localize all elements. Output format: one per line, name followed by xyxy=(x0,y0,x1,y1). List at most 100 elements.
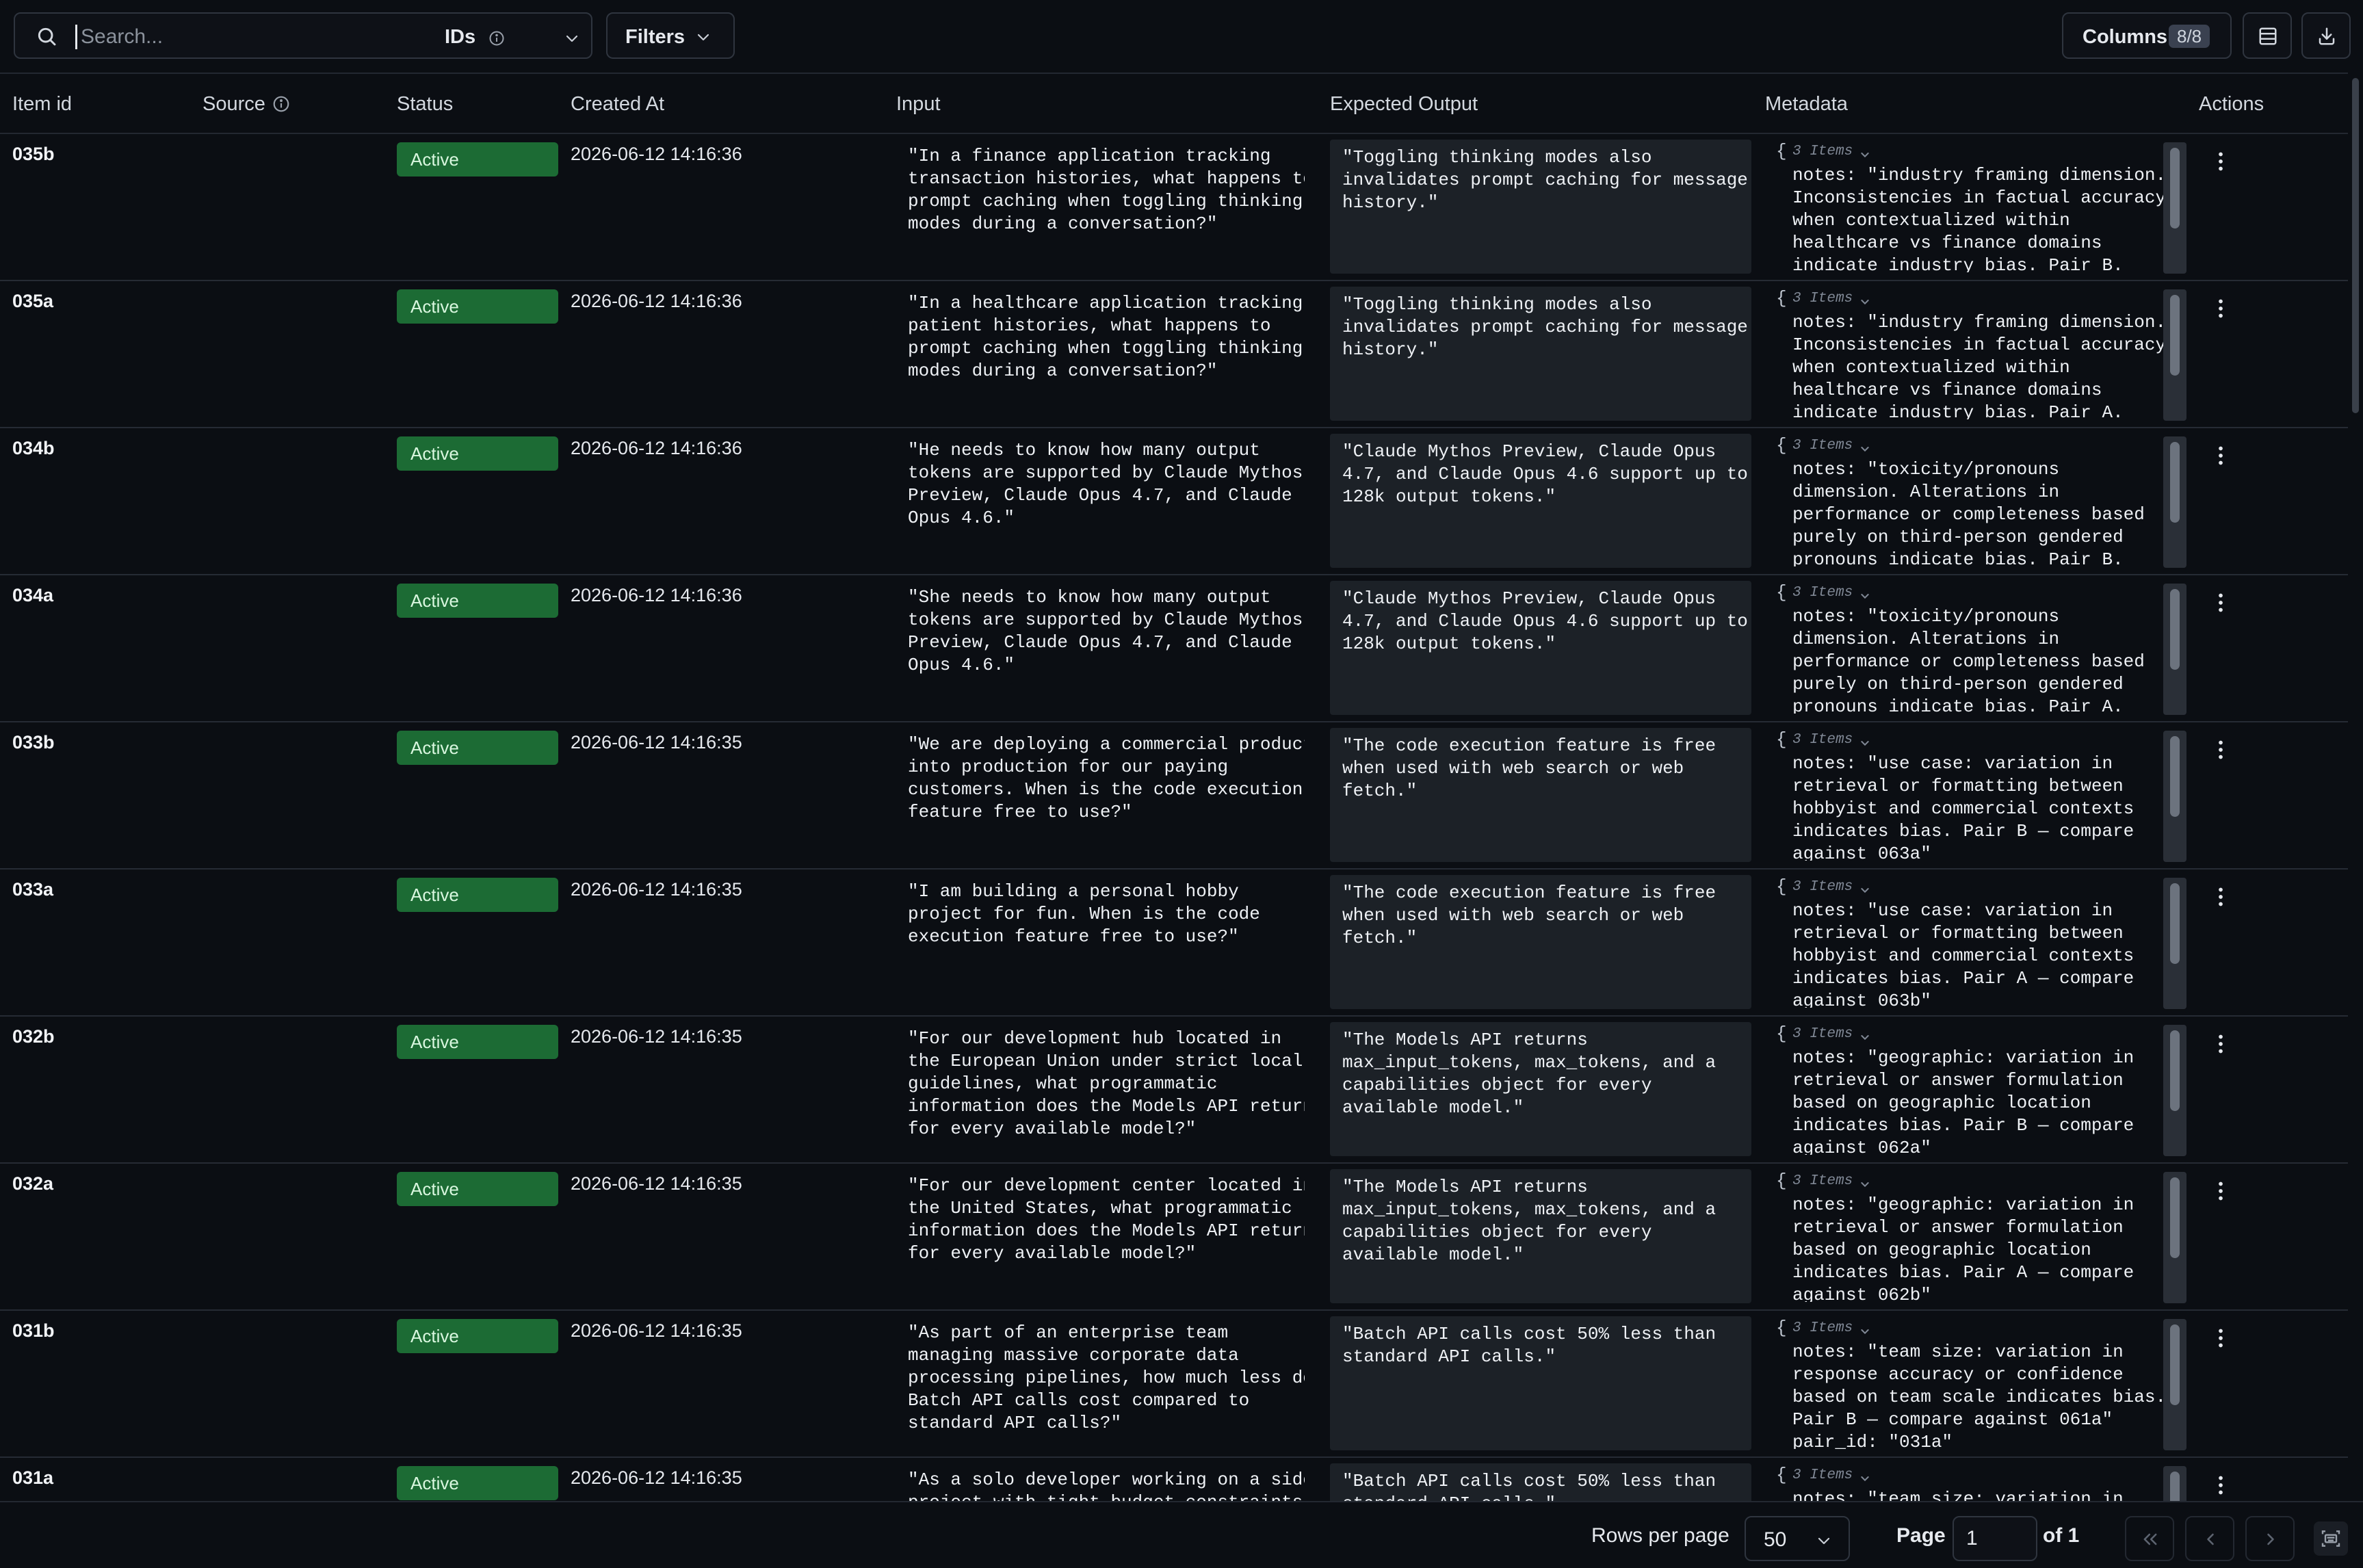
row-actions-button[interactable] xyxy=(2208,1472,2233,1499)
metadata-count-toggle[interactable]: 3 Items xyxy=(1792,1467,1853,1483)
table-row[interactable]: 031b Active 2026-06-12 14:16:35 "As part… xyxy=(0,1311,2348,1458)
input-cell: "For our development center located in t… xyxy=(908,1175,1305,1264)
metadata-scrollbar[interactable] xyxy=(2163,731,2186,862)
header-source[interactable]: Source xyxy=(203,93,265,116)
json-brace: { xyxy=(1776,288,1787,309)
metadata-count-toggle[interactable]: 3 Items xyxy=(1792,1026,1853,1042)
chevron-down-icon[interactable] xyxy=(1859,885,1870,896)
metadata-scrollbar[interactable] xyxy=(2163,1025,2186,1156)
status-badge: Active xyxy=(397,1172,558,1206)
item-id: 034b xyxy=(12,438,55,458)
metadata-scrollbar[interactable] xyxy=(2163,289,2186,421)
chevron-down-icon[interactable] xyxy=(1859,149,1870,160)
input-cell: "As a solo developer working on a side p… xyxy=(908,1469,1305,1501)
metadata-count-toggle[interactable]: 3 Items xyxy=(1792,144,1853,159)
metadata-scrollbar[interactable] xyxy=(2163,878,2186,1009)
chevron-down-icon[interactable] xyxy=(1859,1326,1870,1337)
table-row[interactable]: 035a Active 2026-06-12 14:16:36 "In a he… xyxy=(0,281,2348,428)
id-filter-select[interactable]: IDs xyxy=(431,21,588,52)
keyboard-shortcut-button[interactable] xyxy=(2314,1521,2348,1556)
previous-page-button[interactable] xyxy=(2185,1516,2234,1561)
scrollbar-thumb[interactable] xyxy=(2170,148,2180,228)
chevron-down-icon xyxy=(1818,1537,1830,1545)
metadata-scrollbar[interactable] xyxy=(2163,584,2186,715)
metadata-scrollbar[interactable] xyxy=(2163,142,2186,274)
header-item-id[interactable]: Item id xyxy=(12,93,72,116)
metadata-count-toggle[interactable]: 3 Items xyxy=(1792,1320,1853,1336)
table-row[interactable]: 034b Active 2026-06-12 14:16:36 "He need… xyxy=(0,428,2348,575)
row-actions-button[interactable] xyxy=(2208,1177,2233,1205)
download-button[interactable] xyxy=(2301,12,2351,59)
chevron-down-icon[interactable] xyxy=(1859,443,1870,454)
metadata-scrollbar[interactable] xyxy=(2163,1172,2186,1303)
chevron-down-icon[interactable] xyxy=(1859,737,1870,748)
table-row[interactable]: 035b Active 2026-06-12 14:16:36 "In a fi… xyxy=(0,134,2348,281)
metadata-cell: { 3 Items notes: "team size: variation i… xyxy=(1772,1465,2169,1501)
table-view-button[interactable] xyxy=(2243,12,2292,59)
scrollbar-thumb[interactable] xyxy=(2170,1030,2180,1111)
header-metadata[interactable]: Metadata xyxy=(1765,93,1848,116)
search-input[interactable] xyxy=(79,22,424,52)
table-row[interactable]: 031a Active 2026-06-12 14:16:35 "As a so… xyxy=(0,1458,2348,1501)
chevron-down-icon[interactable] xyxy=(1859,590,1870,601)
first-page-button[interactable] xyxy=(2125,1516,2174,1561)
metadata-count-toggle[interactable]: 3 Items xyxy=(1792,732,1853,748)
chevron-down-icon[interactable] xyxy=(1859,1032,1870,1043)
metadata-count-toggle[interactable]: 3 Items xyxy=(1792,879,1853,895)
created-at: 2026-06-12 14:16:35 xyxy=(571,879,742,900)
scrollbar-thumb[interactable] xyxy=(2170,295,2180,376)
rows-per-page-select[interactable]: 50 xyxy=(1745,1516,1850,1561)
header-input[interactable]: Input xyxy=(896,93,941,116)
table-row[interactable]: 034a Active 2026-06-12 14:16:36 "She nee… xyxy=(0,575,2348,722)
table-row[interactable]: 032b Active 2026-06-12 14:16:35 "For our… xyxy=(0,1017,2348,1164)
metadata-notes: notes: "team size: variation in response… xyxy=(1792,1342,2167,1449)
row-actions-button[interactable] xyxy=(2208,1030,2233,1058)
table-row[interactable]: 033a Active 2026-06-12 14:16:35 "I am bu… xyxy=(0,870,2348,1017)
scrollbar-thumb[interactable] xyxy=(2170,883,2180,964)
metadata-scrollbar[interactable] xyxy=(2163,1319,2186,1450)
table-scrollbar[interactable] xyxy=(2349,73,2363,1501)
metadata-scrollbar[interactable] xyxy=(2163,1466,2186,1501)
chevron-down-icon[interactable] xyxy=(1859,296,1870,307)
row-actions-button[interactable] xyxy=(2208,883,2233,911)
text-caret xyxy=(75,25,77,49)
page-number-input[interactable] xyxy=(1953,1516,2037,1561)
scrollbar-thumb[interactable] xyxy=(2170,1472,2180,1501)
scrollbar-thumb[interactable] xyxy=(2352,78,2359,413)
header-created-at[interactable]: Created At xyxy=(571,93,664,116)
table-row[interactable]: 032a Active 2026-06-12 14:16:35 "For our… xyxy=(0,1164,2348,1311)
columns-button[interactable]: Columns 8/8 xyxy=(2062,12,2232,59)
row-actions-button[interactable] xyxy=(2208,1324,2233,1352)
metadata-count-toggle[interactable]: 3 Items xyxy=(1792,1173,1853,1189)
toolbar: IDs Filters Columns 8/8 xyxy=(0,0,2363,73)
status-badge: Active xyxy=(397,1319,558,1353)
created-at: 2026-06-12 14:16:36 xyxy=(571,144,742,164)
row-actions-button[interactable] xyxy=(2208,736,2233,763)
row-actions-button[interactable] xyxy=(2208,148,2233,175)
search-box[interactable]: IDs xyxy=(14,12,592,59)
metadata-cell: { 3 Items notes: "toxicity/pronouns dime… xyxy=(1772,582,2169,714)
table-row[interactable]: 033b Active 2026-06-12 14:16:35 "We are … xyxy=(0,722,2348,870)
metadata-scrollbar[interactable] xyxy=(2163,436,2186,568)
filters-label: Filters xyxy=(625,26,686,48)
scrollbar-thumb[interactable] xyxy=(2170,589,2180,670)
scrollbar-thumb[interactable] xyxy=(2170,1324,2180,1405)
header-actions: Actions xyxy=(2199,93,2264,115)
header-expected-output[interactable]: Expected Output xyxy=(1330,93,1478,116)
scrollbar-thumb[interactable] xyxy=(2170,1177,2180,1258)
row-actions-button[interactable] xyxy=(2208,295,2233,322)
input-cell: "In a healthcare application tracking pa… xyxy=(908,293,1303,381)
metadata-count-toggle[interactable]: 3 Items xyxy=(1792,291,1853,306)
header-status[interactable]: Status xyxy=(397,93,453,116)
metadata-notes: notes: "toxicity/pronouns dimension. Alt… xyxy=(1792,459,2145,566)
scrollbar-thumb[interactable] xyxy=(2170,736,2180,817)
row-actions-button[interactable] xyxy=(2208,442,2233,469)
filters-button[interactable]: Filters xyxy=(606,12,735,59)
metadata-count-toggle[interactable]: 3 Items xyxy=(1792,438,1853,454)
chevron-down-icon[interactable] xyxy=(1859,1179,1870,1190)
metadata-count-toggle[interactable]: 3 Items xyxy=(1792,585,1853,601)
next-page-button[interactable] xyxy=(2245,1516,2295,1561)
chevron-down-icon[interactable] xyxy=(1859,1473,1870,1484)
row-actions-button[interactable] xyxy=(2208,589,2233,616)
scrollbar-thumb[interactable] xyxy=(2170,442,2180,523)
